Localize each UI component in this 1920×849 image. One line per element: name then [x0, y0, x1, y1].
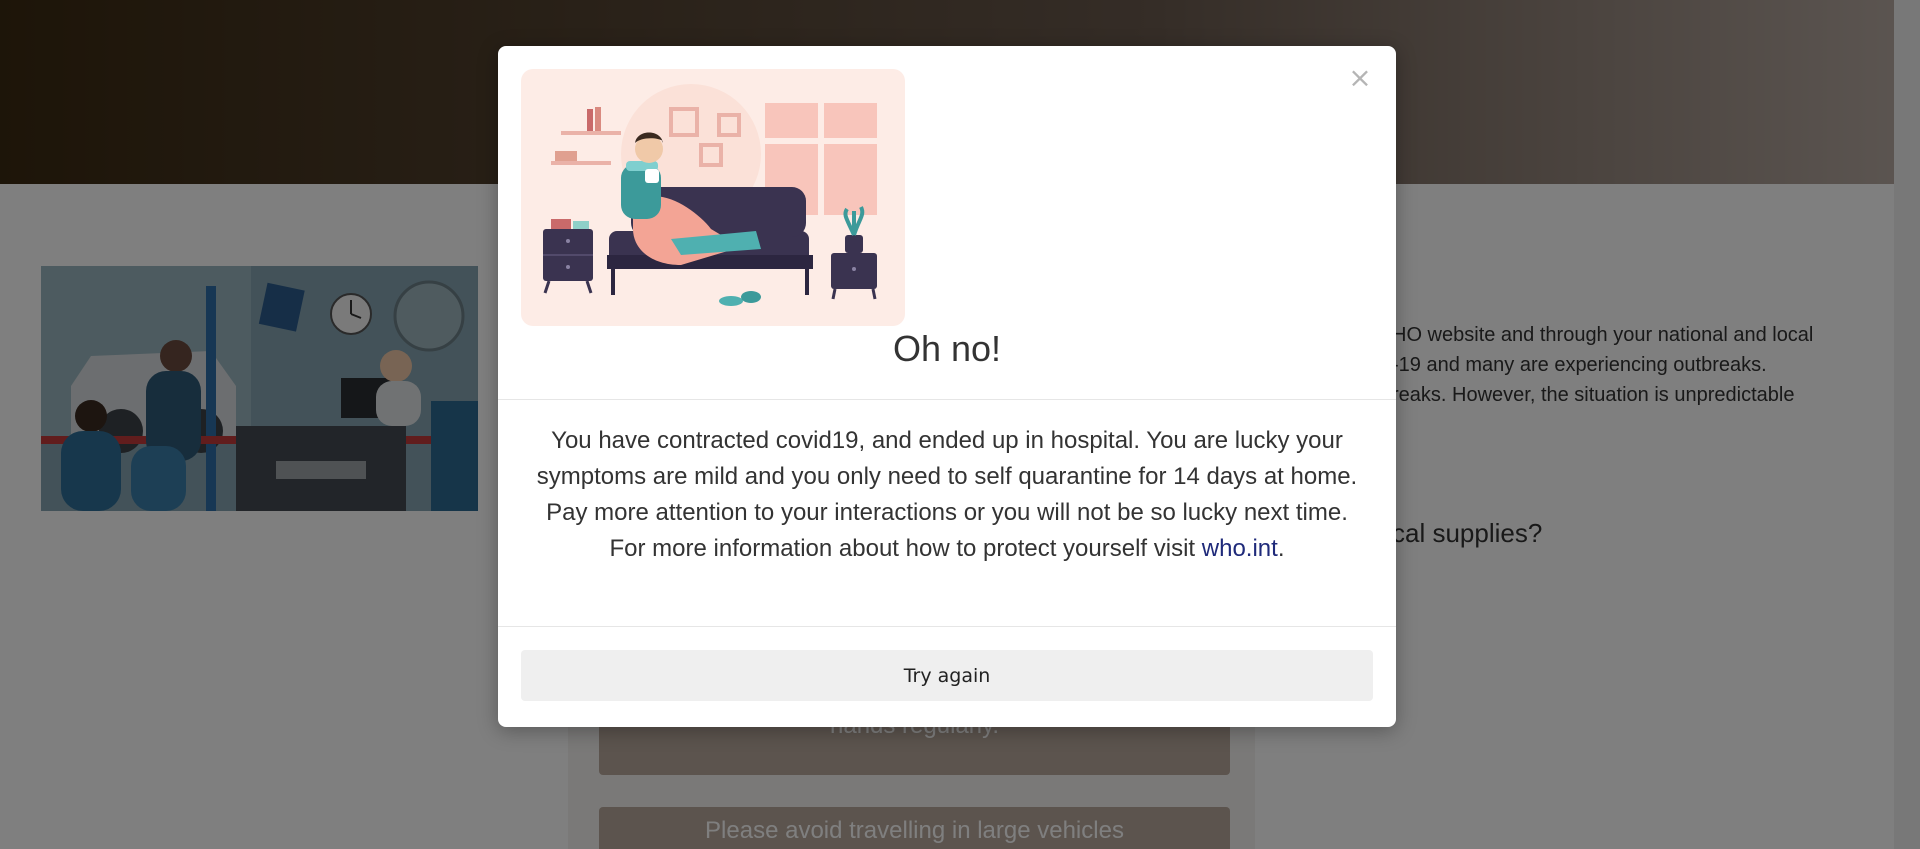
- result-modal: × Oh no! You have contracted covid19, an…: [498, 46, 1396, 727]
- sick-person-illustration: [521, 69, 905, 326]
- divider: [498, 399, 1396, 400]
- try-again-button[interactable]: Try again: [521, 650, 1373, 701]
- info-text: For more information about how to protec…: [526, 531, 1368, 567]
- modal-message: You have contracted covid19, and ended u…: [526, 423, 1368, 567]
- info-suffix: .: [1277, 535, 1285, 562]
- modal-title: Oh no!: [892, 328, 1002, 369]
- page: hands regularly. Please avoid travelling…: [0, 0, 1920, 849]
- close-icon[interactable]: ×: [1344, 62, 1376, 94]
- who-link[interactable]: who.int: [1202, 535, 1278, 562]
- result-text: You have contracted covid19, and ended u…: [536, 427, 1358, 526]
- divider: [498, 626, 1396, 627]
- info-prefix: For more information about how to protec…: [609, 535, 1202, 562]
